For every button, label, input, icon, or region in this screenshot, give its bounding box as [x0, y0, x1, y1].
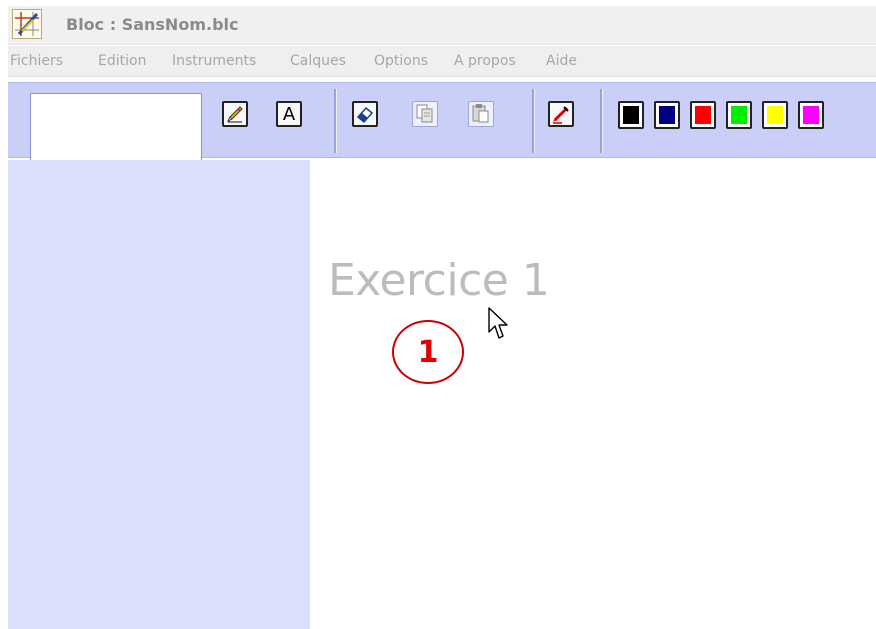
window-title: Bloc : SansNom.blc	[66, 15, 239, 34]
copy-icon[interactable]	[412, 101, 438, 127]
exercise-title: Exercice 1	[328, 255, 550, 306]
color-swatch-magenta[interactable]	[798, 101, 824, 129]
pencil-icon[interactable]	[222, 101, 248, 127]
title-bar: Bloc : SansNom.blc	[8, 6, 876, 45]
color-swatch-navy[interactable]	[654, 101, 680, 129]
menu-edition[interactable]: Edition	[98, 53, 146, 69]
toolbar: A	[8, 82, 876, 161]
toolbar-separator	[334, 89, 337, 153]
menu-calques[interactable]: Calques	[290, 53, 346, 69]
mouse-cursor-icon	[487, 306, 511, 350]
menu-aide[interactable]: Aide	[546, 53, 577, 69]
menu-options[interactable]: Options	[374, 53, 428, 69]
menu-bar: Fichiers Edition Instruments Calques Opt…	[8, 46, 876, 77]
menu-instruments[interactable]: Instruments	[172, 53, 256, 69]
eraser-icon[interactable]	[352, 101, 378, 127]
color-swatch-red[interactable]	[690, 101, 716, 129]
menu-a-propos[interactable]: A propos	[454, 53, 516, 69]
swatch-fill	[803, 106, 819, 124]
swatch-fill	[659, 106, 675, 124]
swatch-fill	[695, 106, 711, 124]
color-swatch-yellow[interactable]	[762, 101, 788, 129]
menu-fichiers[interactable]: Fichiers	[10, 53, 63, 69]
toolbar-separator	[600, 89, 603, 153]
swatch-fill	[623, 106, 639, 124]
step-badge: 1	[392, 320, 464, 384]
marker-icon[interactable]	[548, 101, 574, 127]
color-swatch-green[interactable]	[726, 101, 752, 129]
toolbar-separator	[532, 89, 535, 153]
layers-sidebar[interactable]	[8, 160, 310, 629]
color-swatch-black[interactable]	[618, 101, 644, 129]
swatch-fill	[767, 106, 783, 124]
bloc-app-icon[interactable]	[12, 9, 42, 39]
swatch-fill	[731, 106, 747, 124]
drawing-canvas[interactable]	[310, 160, 876, 629]
name-field[interactable]	[30, 93, 202, 161]
paste-icon[interactable]	[468, 101, 494, 127]
text-tool-icon[interactable]: A	[276, 101, 302, 127]
text-tool-glyph: A	[282, 103, 296, 125]
